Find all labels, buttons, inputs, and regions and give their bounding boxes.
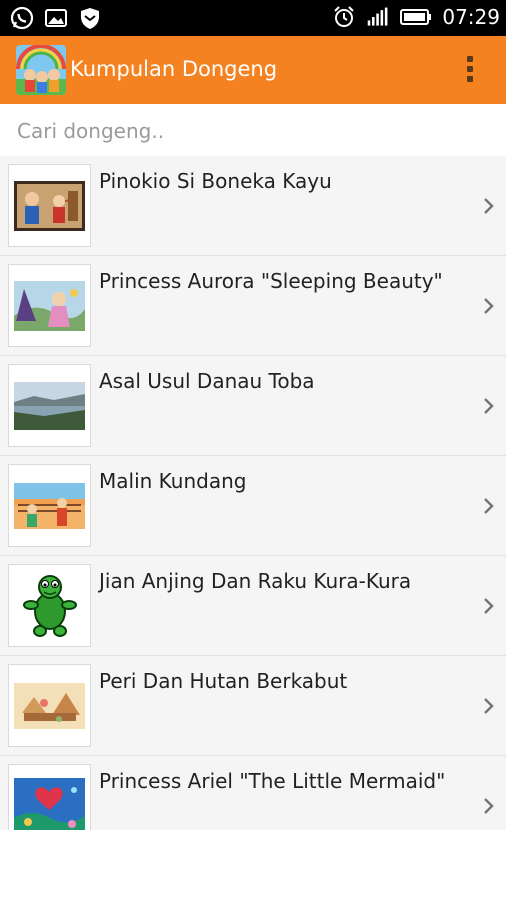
pinocchio-thumbnail	[8, 164, 91, 247]
chevron-right-icon	[484, 298, 494, 314]
story-title: Malin Kundang	[99, 469, 247, 493]
story-row-pinokio[interactable]: Pinokio Si Boneka Kayu	[0, 156, 506, 256]
app-title: Kumpulan Dongeng	[70, 57, 278, 81]
ariel-thumbnail	[8, 764, 91, 830]
clock: 07:29	[442, 5, 500, 29]
fairy-forest-thumbnail	[8, 664, 91, 747]
story-row-peri-hutan[interactable]: Peri Dan Hutan Berkabut	[0, 656, 506, 756]
story-title: Asal Usul Danau Toba	[99, 369, 315, 393]
shield-icon	[81, 8, 99, 29]
story-title: Princess Ariel "The Little Mermaid"	[99, 769, 446, 793]
story-row-jian-anjing[interactable]: Jian Anjing Dan Raku Kura-Kura	[0, 556, 506, 656]
turtle-thumbnail	[8, 564, 91, 647]
lake-toba-thumbnail	[8, 364, 91, 447]
chevron-right-icon	[484, 498, 494, 514]
signal-icon	[368, 7, 388, 26]
malin-kundang-thumbnail	[8, 464, 91, 547]
chevron-right-icon	[484, 598, 494, 614]
gallery-icon	[45, 9, 67, 27]
alarm-icon	[334, 6, 355, 27]
overflow-menu-icon[interactable]	[458, 53, 482, 87]
chevron-right-icon	[484, 798, 494, 814]
story-row-ariel[interactable]: Princess Ariel "The Little Mermaid"	[0, 756, 506, 830]
story-title: Princess Aurora "Sleeping Beauty"	[99, 269, 443, 293]
app-logo	[16, 45, 66, 95]
aurora-thumbnail	[8, 264, 91, 347]
chevron-right-icon	[484, 698, 494, 714]
story-title: Pinokio Si Boneka Kayu	[99, 169, 332, 193]
chevron-right-icon	[484, 398, 494, 414]
story-row-danau-toba[interactable]: Asal Usul Danau Toba	[0, 356, 506, 456]
chevron-right-icon	[484, 198, 494, 214]
story-row-malin-kundang[interactable]: Malin Kundang	[0, 456, 506, 556]
search-input[interactable]	[6, 108, 497, 154]
whatsapp-icon	[10, 6, 34, 30]
story-list: Pinokio Si Boneka Kayu Princess Aurora "…	[0, 156, 506, 830]
story-title: Peri Dan Hutan Berkabut	[99, 669, 348, 693]
status-bar: 07:29	[0, 0, 506, 36]
battery-icon	[400, 9, 432, 25]
app-bar: Kumpulan Dongeng	[0, 36, 506, 104]
story-title: Jian Anjing Dan Raku Kura-Kura	[99, 569, 412, 593]
story-row-aurora[interactable]: Princess Aurora "Sleeping Beauty"	[0, 256, 506, 356]
search-bar	[6, 108, 500, 158]
